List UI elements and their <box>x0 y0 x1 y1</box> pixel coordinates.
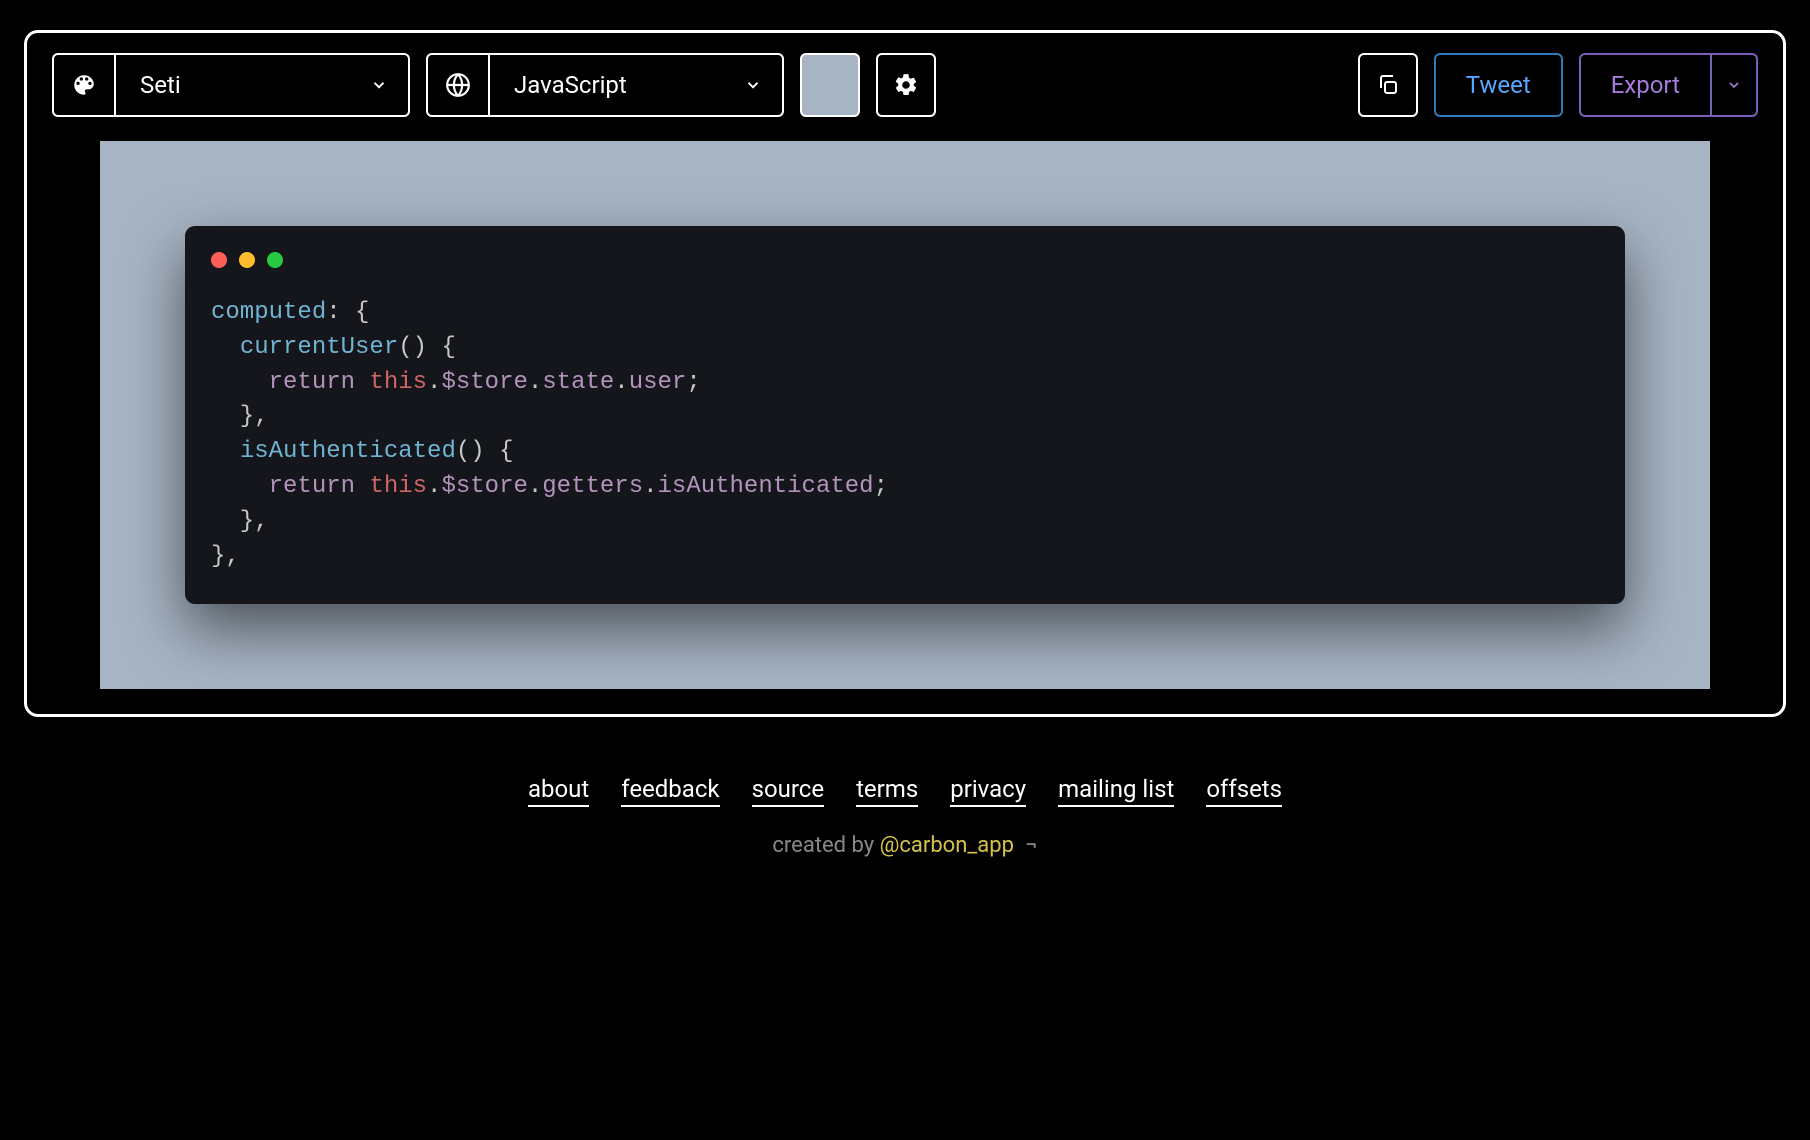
footer-links: about feedback source terms privacy mailing l… <box>528 775 1282 807</box>
footer: about feedback source terms privacy mailing l… <box>0 775 1810 858</box>
theme-dropdown[interactable]: Seti <box>52 53 410 117</box>
created-prefix: created by <box>772 833 879 858</box>
created-by: created by @carbon_app ¬ <box>772 833 1037 858</box>
toolbar: Seti JavaScript T <box>52 53 1758 117</box>
background-panel[interactable]: computed: { currentUser() { return this.… <box>100 141 1710 689</box>
background-color-picker[interactable] <box>800 53 860 117</box>
window-close-dot <box>211 252 227 268</box>
chevron-down-icon <box>350 76 408 94</box>
tweet-label: Tweet <box>1466 71 1531 99</box>
copy-icon <box>1376 73 1400 97</box>
export-label: Export <box>1611 71 1680 99</box>
theme-label: Seti <box>116 71 350 99</box>
code-editor[interactable]: computed: { currentUser() { return this.… <box>211 296 1599 574</box>
export-dropdown-toggle[interactable] <box>1712 55 1756 115</box>
gear-icon <box>893 72 919 98</box>
editor-frame: Seti JavaScript T <box>24 30 1786 717</box>
created-suffix: ¬ <box>1020 833 1038 858</box>
settings-button[interactable] <box>876 53 936 117</box>
footer-link-mailing-list[interactable]: mailing list <box>1058 775 1174 807</box>
code-window: computed: { currentUser() { return this.… <box>185 226 1625 604</box>
footer-link-terms[interactable]: terms <box>856 775 918 807</box>
chevron-down-icon <box>1726 77 1742 93</box>
footer-link-source[interactable]: source <box>752 775 825 807</box>
footer-link-feedback[interactable]: feedback <box>621 775 719 807</box>
footer-link-offsets[interactable]: offsets <box>1206 775 1282 807</box>
chevron-down-icon <box>724 76 782 94</box>
language-label: JavaScript <box>490 71 724 99</box>
copy-button[interactable] <box>1358 53 1418 117</box>
language-dropdown[interactable]: JavaScript <box>426 53 784 117</box>
window-controls <box>211 252 1599 268</box>
window-minimize-dot <box>239 252 255 268</box>
tweet-button[interactable]: Tweet <box>1434 53 1563 117</box>
export-button[interactable]: Export <box>1581 55 1712 115</box>
canvas-area: computed: { currentUser() { return this.… <box>52 141 1758 689</box>
window-zoom-dot <box>267 252 283 268</box>
footer-link-privacy[interactable]: privacy <box>950 775 1026 807</box>
globe-icon <box>428 55 490 115</box>
palette-icon <box>54 55 116 115</box>
author-handle[interactable]: @carbon_app <box>880 833 1014 858</box>
footer-link-about[interactable]: about <box>528 775 589 807</box>
export-group: Export <box>1579 53 1758 117</box>
